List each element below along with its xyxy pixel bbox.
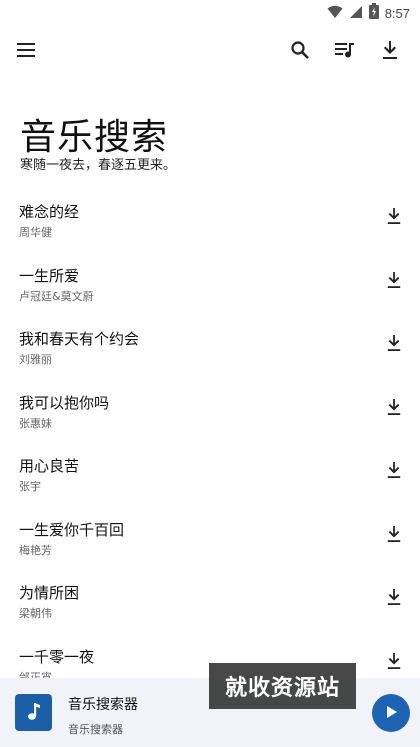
song-title: 我可以抱你吗 — [19, 393, 110, 412]
song-row[interactable]: 一生爱你千百回 梅艳芳 — [0, 504, 420, 568]
song-row[interactable]: 为情所困 梁朝伟 — [0, 567, 420, 631]
signal-icon — [349, 4, 363, 23]
song-download-button[interactable] — [382, 397, 406, 421]
play-icon — [384, 704, 398, 723]
song-title: 为情所困 — [19, 584, 80, 602]
album-art — [15, 694, 52, 731]
play-button[interactable] — [372, 694, 410, 732]
song-download-button[interactable] — [382, 651, 406, 675]
song-title: 我和春天有个约会 — [19, 330, 140, 348]
player-subtitle: 音乐搜索器 — [68, 723, 123, 736]
song-title: 一千零一夜 — [19, 647, 95, 666]
menu-icon — [16, 42, 36, 62]
song-artist: 周华健 — [19, 226, 52, 239]
song-download-button[interactable] — [382, 270, 406, 294]
top-toolbar — [0, 32, 420, 72]
page-title: 音乐搜索 — [20, 117, 169, 158]
song-row[interactable]: 我和春天有个约会 刘雅丽 — [0, 313, 420, 377]
song-artist: 邰正宵 — [19, 670, 52, 679]
song-row[interactable]: 用心良苦 张宇 — [0, 440, 420, 504]
search-icon — [290, 40, 310, 64]
song-artist: 梅艳芳 — [19, 543, 52, 557]
song-download-button[interactable] — [382, 206, 406, 230]
status-bar: 8:57 — [0, 0, 420, 24]
download-icon — [386, 334, 402, 356]
playlist-icon — [334, 41, 356, 63]
download-icon — [386, 207, 402, 229]
menu-button[interactable] — [6, 32, 46, 72]
wifi-icon — [327, 4, 343, 23]
song-download-button[interactable] — [382, 460, 406, 484]
download-icon — [386, 461, 402, 483]
song-download-button[interactable] — [382, 333, 406, 357]
song-download-button[interactable] — [382, 524, 406, 548]
song-row[interactable]: 难念的经 周华健 — [0, 186, 420, 250]
song-artist: 梁朝伟 — [19, 607, 52, 620]
status-icons: 8:57 — [327, 3, 410, 23]
song-list: 难念的经 周华健 一生所爱 卢冠廷&莫文蔚 我和春天有个约会 刘雅丽 我可以抱你… — [0, 186, 420, 678]
page-subtitle: 寒随一夜去，春逐五更来。 — [20, 158, 177, 173]
player-title: 音乐搜索器 — [68, 697, 138, 713]
song-artist: 张惠妹 — [19, 416, 52, 430]
playlist-button[interactable] — [325, 32, 365, 72]
download-icon — [386, 525, 402, 547]
download-icon — [386, 398, 402, 420]
song-artist: 刘雅丽 — [19, 353, 52, 366]
search-button[interactable] — [280, 32, 320, 72]
download-icon — [381, 40, 399, 64]
download-all-button[interactable] — [370, 32, 410, 72]
watermark: 就收资源站 — [209, 663, 356, 709]
download-icon — [386, 271, 402, 293]
download-icon — [386, 652, 402, 674]
download-icon — [386, 588, 402, 610]
song-title: 一生爱你千百回 — [19, 520, 125, 539]
battery-charging-icon — [368, 3, 379, 23]
song-row[interactable]: 一生所爱 卢冠廷&莫文蔚 — [0, 250, 420, 314]
song-artist: 张宇 — [19, 480, 41, 493]
song-title: 难念的经 — [19, 203, 80, 221]
song-row[interactable]: 我可以抱你吗 张惠妹 — [0, 377, 420, 441]
song-download-button[interactable] — [382, 587, 406, 611]
song-artist: 卢冠廷&莫文蔚 — [19, 289, 94, 303]
song-title: 一生所爱 — [19, 266, 80, 285]
music-note-icon — [26, 701, 42, 725]
song-title: 用心良苦 — [19, 457, 80, 475]
status-time: 8:57 — [384, 5, 410, 21]
